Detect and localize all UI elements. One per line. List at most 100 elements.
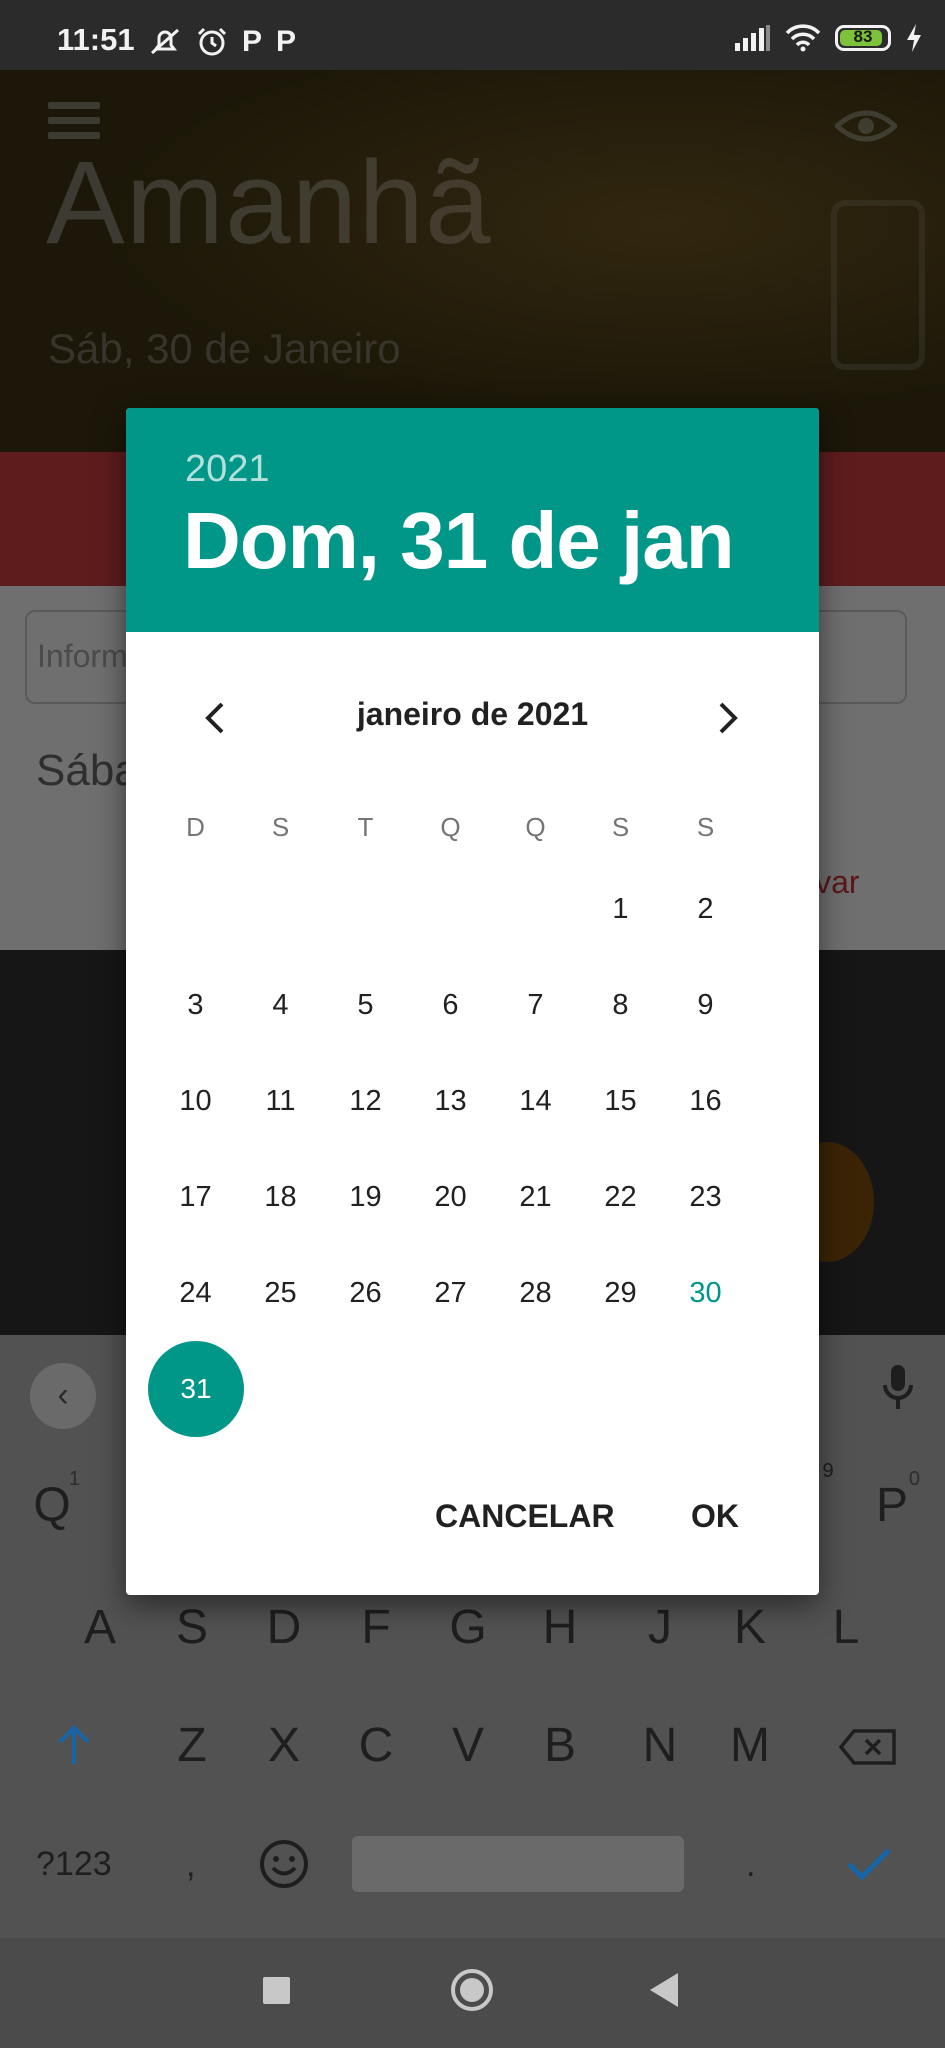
dialog-header: 2021 Dom, 31 de jan xyxy=(126,408,819,632)
cancel-button[interactable]: CANCELAR xyxy=(435,1498,615,1535)
key-h[interactable]: H xyxy=(520,1600,600,1655)
calendar-day[interactable]: 8 xyxy=(578,989,663,1022)
calendar-day[interactable]: 25 xyxy=(238,1277,323,1310)
keyboard-back-icon[interactable]: ‹ xyxy=(30,1363,96,1429)
status-icons-left: P P xyxy=(148,26,296,58)
calendar-day[interactable]: 17 xyxy=(153,1181,238,1214)
day-label: Sába xyxy=(36,746,139,795)
key-l[interactable]: L xyxy=(806,1600,886,1655)
weekday-label: Q xyxy=(440,812,461,842)
key-f[interactable]: F xyxy=(336,1600,416,1655)
eye-icon[interactable] xyxy=(835,106,897,146)
date-picker-dialog: 2021 Dom, 31 de jan janeiro de 2021 DSTQ… xyxy=(126,408,819,1595)
calendar-day-selected[interactable]: 31 xyxy=(148,1341,244,1437)
calendar-day[interactable]: 12 xyxy=(323,1085,408,1118)
signal-icon xyxy=(735,25,770,51)
weekday-label: S xyxy=(611,812,630,842)
weekday-label: S xyxy=(696,812,715,842)
calendar-day[interactable]: 20 xyxy=(408,1181,493,1214)
menu-icon[interactable] xyxy=(48,102,100,144)
calendar-day[interactable]: 18 xyxy=(238,1181,323,1214)
key-c[interactable]: C xyxy=(336,1718,416,1773)
alarm-clock-icon xyxy=(197,27,227,56)
key-v[interactable]: V xyxy=(428,1718,508,1773)
calendar-day[interactable]: 28 xyxy=(493,1277,578,1310)
muted-bell-icon xyxy=(151,28,179,55)
calendar-day[interactable]: 6 xyxy=(408,989,493,1022)
calendar-day[interactable]: 21 xyxy=(493,1181,578,1214)
symbols-key[interactable]: ?123 xyxy=(36,1845,112,1884)
key-g[interactable]: G xyxy=(428,1600,508,1655)
calendar-day[interactable]: 26 xyxy=(323,1277,408,1310)
calendar-day[interactable]: 13 xyxy=(408,1085,493,1118)
selected-date-label[interactable]: Dom, 31 de jan xyxy=(183,495,735,587)
chevron-right-icon[interactable] xyxy=(705,696,749,740)
microphone-icon[interactable] xyxy=(881,1363,915,1413)
key-label: P xyxy=(875,1479,908,1532)
status-time: 11:51 xyxy=(57,22,135,57)
calendar-day[interactable]: 27 xyxy=(408,1277,493,1310)
calendar-day[interactable]: 9 xyxy=(663,989,748,1022)
year-label[interactable]: 2021 xyxy=(185,448,270,491)
calendar-day[interactable]: 5 xyxy=(323,989,408,1022)
key-m[interactable]: M xyxy=(710,1718,790,1773)
calendar-day[interactable]: 7 xyxy=(493,989,578,1022)
ok-button[interactable]: OK xyxy=(691,1498,739,1535)
key-k[interactable]: K xyxy=(710,1600,790,1655)
key-p[interactable]: P 0 xyxy=(852,1468,932,1533)
p-notification-icon: P xyxy=(276,25,297,58)
calendar-day[interactable]: 29 xyxy=(578,1277,663,1310)
calendar-day[interactable]: 24 xyxy=(153,1277,238,1310)
key-n[interactable]: N xyxy=(620,1718,700,1773)
battery-icon: 83 xyxy=(835,25,891,51)
calendar-day[interactable]: 23 xyxy=(663,1181,748,1214)
key-q[interactable]: Q 1 xyxy=(12,1468,92,1533)
calendar-day[interactable]: 1 xyxy=(578,893,663,926)
weekday-label: Q xyxy=(525,812,546,842)
calendar-day[interactable]: 3 xyxy=(153,989,238,1022)
calendar-day[interactable]: 22 xyxy=(578,1181,663,1214)
month-navigation: janeiro de 2021 xyxy=(126,668,819,768)
calendar-day[interactable]: 14 xyxy=(493,1085,578,1118)
status-bar: 11:51 P P 83 xyxy=(0,0,945,70)
key-j[interactable]: J xyxy=(620,1600,700,1655)
calendar-day[interactable]: 11 xyxy=(238,1085,323,1118)
key-x[interactable]: X xyxy=(244,1718,324,1773)
calendar-day[interactable]: 15 xyxy=(578,1085,663,1118)
calendar-day[interactable]: 10 xyxy=(153,1085,238,1118)
p-notification-icon: P xyxy=(242,25,263,58)
wifi-icon xyxy=(785,24,821,52)
shift-icon[interactable] xyxy=(56,1724,92,1766)
checkmark-icon[interactable] xyxy=(846,1846,892,1882)
weekday-label: D xyxy=(186,812,205,842)
period-key[interactable]: . xyxy=(746,1846,755,1885)
key-hint: 0 xyxy=(908,1468,920,1490)
key-label: Q xyxy=(33,1479,71,1532)
status-icons-right: 83 xyxy=(735,24,923,52)
key-s[interactable]: S xyxy=(152,1600,232,1655)
back-icon[interactable] xyxy=(650,1973,678,2007)
key-d[interactable]: D xyxy=(244,1600,324,1655)
home-icon[interactable] xyxy=(451,1969,493,2011)
dialog-actions: CANCELAR OK xyxy=(126,1498,819,1558)
phone-illustration xyxy=(831,200,925,370)
comma-key[interactable]: , xyxy=(186,1846,195,1885)
charging-icon xyxy=(907,24,921,52)
calendar-day[interactable]: 4 xyxy=(238,989,323,1022)
calendar-day[interactable]: 16 xyxy=(663,1085,748,1118)
space-bar[interactable] xyxy=(352,1836,684,1892)
weekday-label: T xyxy=(357,812,374,842)
key-a[interactable]: A xyxy=(60,1600,140,1655)
app-subtitle: Sáb, 30 de Janeiro xyxy=(48,325,401,372)
calendar-day[interactable]: 2 xyxy=(663,893,748,926)
calendar-day[interactable]: 19 xyxy=(323,1181,408,1214)
key-hint: 1 xyxy=(68,1468,80,1490)
app-header: Amanhã Sáb, 30 de Janeiro xyxy=(0,70,945,452)
calendar-day-today[interactable]: 30 xyxy=(663,1277,748,1310)
key-b[interactable]: B xyxy=(520,1718,600,1773)
key-z[interactable]: Z xyxy=(152,1718,232,1773)
emoji-icon[interactable] xyxy=(258,1838,310,1890)
weekday-label: S xyxy=(271,812,290,842)
recent-apps-icon[interactable] xyxy=(263,1977,290,2004)
backspace-icon[interactable] xyxy=(838,1728,898,1766)
